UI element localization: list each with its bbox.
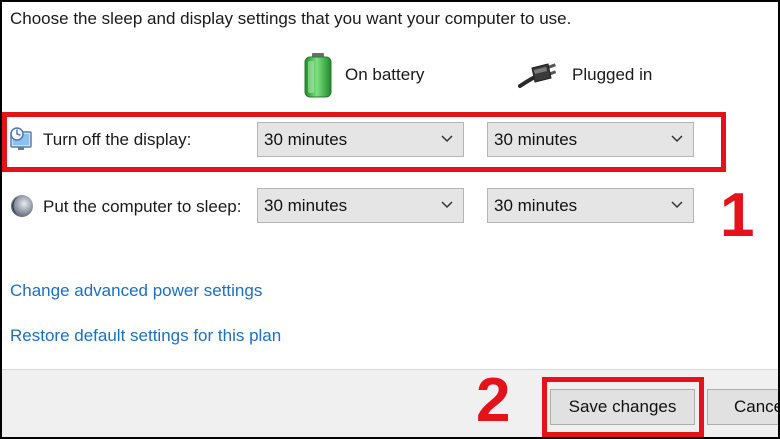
display-icon: [10, 127, 32, 150]
column-label-plugged-in: Plugged in: [572, 65, 653, 84]
select-value: 30 minutes: [494, 129, 578, 149]
row-label-turn-off-display: Turn off the display:: [43, 130, 192, 149]
sleep-moon-icon: [11, 195, 33, 217]
step-number-1: 1: [720, 181, 755, 250]
select-value: 30 minutes: [494, 195, 578, 215]
chevron-down-icon: [671, 135, 683, 143]
display-off-on-battery-select[interactable]: 30 minutes: [257, 122, 464, 157]
select-value: 30 minutes: [264, 195, 348, 215]
column-label-on-battery: On battery: [345, 65, 425, 84]
row-label-put-computer-to-sleep: Put the computer to sleep:: [43, 197, 242, 216]
chevron-down-icon: [441, 135, 453, 143]
display-off-plugged-in-select[interactable]: 30 minutes: [487, 122, 694, 157]
select-value: 30 minutes: [264, 129, 348, 149]
save-changes-button[interactable]: Save changes: [550, 389, 695, 425]
power-plug-icon: [518, 63, 557, 88]
column-header-plugged-in: Plugged in: [518, 52, 652, 98]
intro-text: Choose the sleep and display settings th…: [10, 9, 572, 28]
change-advanced-power-settings-link[interactable]: Change advanced power settings: [10, 281, 262, 301]
sleep-on-battery-select[interactable]: 30 minutes: [257, 188, 464, 223]
sleep-plugged-in-select[interactable]: 30 minutes: [487, 188, 694, 223]
restore-default-settings-link[interactable]: Restore default settings for this plan: [10, 326, 281, 346]
chevron-down-icon: [671, 201, 683, 209]
step-number-2: 2: [476, 366, 511, 435]
battery-icon: [304, 53, 332, 98]
cancel-button[interactable]: Cancel: [707, 389, 780, 425]
chevron-down-icon: [441, 201, 453, 209]
column-header-on-battery: On battery: [303, 52, 424, 98]
